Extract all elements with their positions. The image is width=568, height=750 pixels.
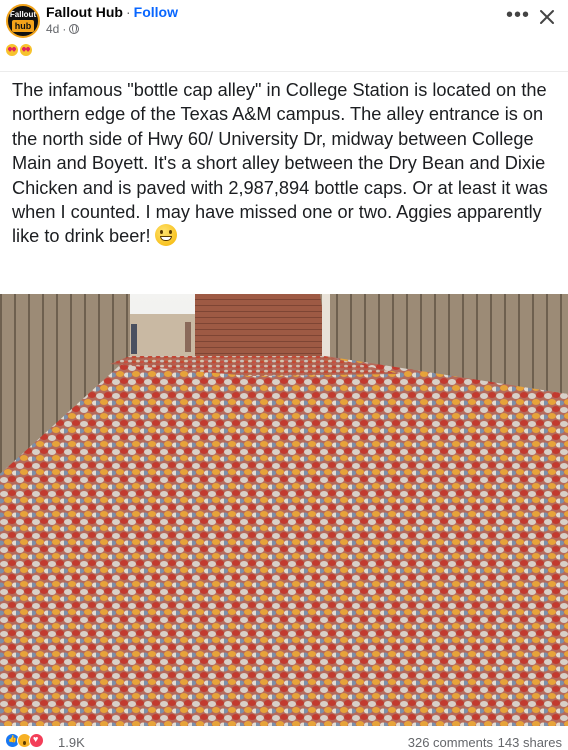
- post-header: Fallout hub Fallout Hub · Follow 4d · •••: [0, 0, 568, 62]
- comments-count[interactable]: 326 comments: [408, 735, 493, 750]
- avatar-badge: hub: [12, 20, 34, 32]
- bottle-cap-alley-image: [0, 294, 568, 726]
- post-meta: 4d ·: [46, 22, 80, 36]
- post-time[interactable]: 4d: [46, 22, 59, 36]
- post-caption: The infamous "bottle cap alley" in Colle…: [12, 78, 560, 249]
- page-avatar[interactable]: Fallout hub: [6, 4, 40, 38]
- star-struck-emoji-icon: [6, 44, 18, 56]
- love-reaction-icon: [29, 733, 44, 748]
- close-icon[interactable]: [536, 6, 558, 28]
- page-name-line: Fallout Hub · Follow: [46, 4, 178, 20]
- post-footer: 1.9K 326 comments 143 shares: [0, 728, 568, 750]
- reaction-count[interactable]: 1.9K: [58, 735, 85, 750]
- post-text-card: The infamous "bottle cap alley" in Colle…: [0, 71, 568, 294]
- reaction-icons[interactable]: [5, 733, 44, 748]
- caption-text: The infamous "bottle cap alley" in Colle…: [12, 80, 548, 247]
- follow-button[interactable]: Follow: [134, 4, 178, 20]
- shares-count[interactable]: 143 shares: [498, 735, 562, 750]
- more-options-icon[interactable]: •••: [506, 5, 530, 25]
- star-eyes-emojis: [6, 44, 32, 56]
- globe-icon: [69, 24, 80, 34]
- grinning-emoji-icon: [154, 224, 177, 247]
- page-name[interactable]: Fallout Hub: [46, 4, 123, 20]
- avatar-text: Fallout: [9, 10, 37, 19]
- separator-dot: ·: [126, 4, 131, 20]
- star-struck-emoji-icon: [20, 44, 32, 56]
- post-photo[interactable]: [0, 294, 568, 726]
